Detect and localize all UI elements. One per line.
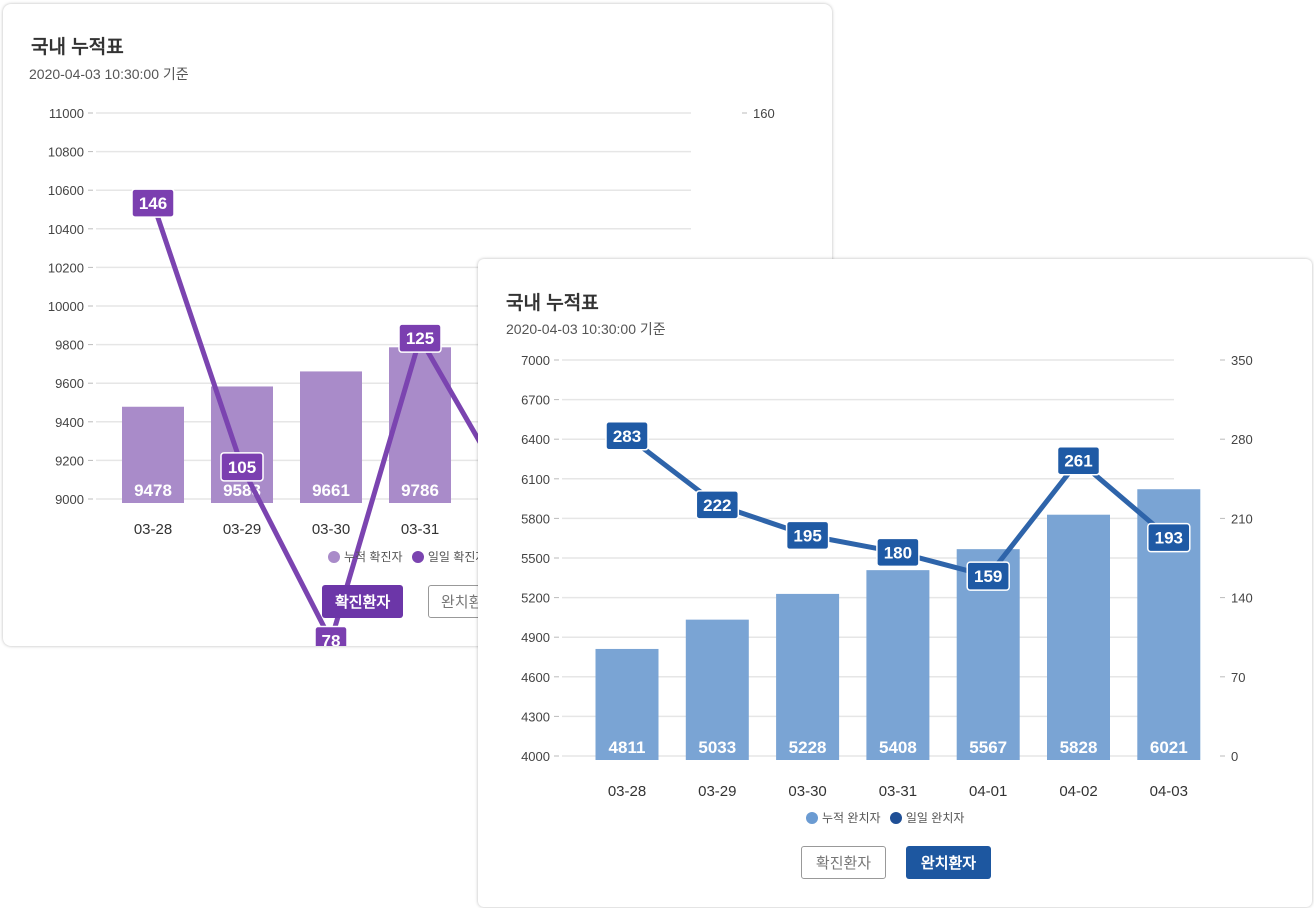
- y-tick-label-left: 6400: [521, 432, 550, 447]
- line-value-label: 78: [322, 632, 341, 646]
- bar-value-label: 5033: [698, 738, 736, 757]
- line-value-label: 146: [139, 194, 167, 213]
- bar-value-label: 6021: [1150, 738, 1188, 757]
- y-tick-label-left: 5800: [521, 511, 550, 526]
- x-tick-label: 04-03: [1150, 783, 1188, 800]
- x-tick-label: 03-28: [608, 783, 646, 800]
- y-tick-label-left: 11000: [49, 106, 84, 121]
- bar-value-label: 5228: [789, 738, 827, 757]
- line-value-label: 193: [1155, 529, 1183, 548]
- bar-value-label: 4811: [609, 738, 646, 757]
- line-value-label: 125: [406, 329, 434, 348]
- bar-value-label: 9478: [134, 481, 172, 500]
- bar-value-label: 5567: [969, 738, 1007, 757]
- y-tick-label-left: 10200: [48, 260, 84, 275]
- x-tick-label: 04-01: [969, 783, 1007, 800]
- y-tick-label-left: 10800: [48, 145, 84, 160]
- line-value-label: 222: [703, 496, 731, 515]
- recovered-tab-button[interactable]: 완치환자: [906, 846, 991, 879]
- y-tick-label-left: 4900: [521, 630, 550, 645]
- bar-value-label: 5408: [879, 738, 917, 757]
- line-value-label: 283: [613, 427, 641, 446]
- bar: [1047, 514, 1110, 760]
- y-tick-label-left: 5200: [521, 591, 550, 606]
- y-tick-label-right: 140: [1231, 591, 1253, 606]
- bar-value-label: 5828: [1060, 738, 1098, 757]
- y-tick-label-right: 0: [1231, 749, 1238, 764]
- y-tick-label-right: 350: [1231, 353, 1253, 368]
- confirmed-tab-button[interactable]: 확진환자: [322, 585, 404, 618]
- y-tick-label-left: 7000: [521, 353, 550, 368]
- legend-dot-icon: [806, 811, 818, 824]
- legend-dot-icon: [889, 811, 902, 824]
- y-tick-label-right: 160: [753, 106, 775, 121]
- y-tick-label-left: 6700: [521, 393, 550, 408]
- legend-dot-icon: [328, 550, 340, 563]
- legend-label: 일일 완치자: [905, 811, 965, 825]
- chart-legend: 누적 확진자 일일 확진자: [328, 548, 492, 566]
- bar-value-label: 9786: [401, 481, 439, 500]
- line-value-label: 180: [884, 543, 912, 562]
- legend-dot-icon: [411, 550, 424, 563]
- recovered-chart-card: 국내 누적표 2020-04-03 10:30:00 기준 4000 4300 46…: [478, 259, 1312, 907]
- confirmed-tab-button[interactable]: 확진환자: [801, 846, 886, 879]
- x-tick-label: 03-29: [698, 783, 736, 800]
- chart-legend: 누적 완치자 일일 완치자: [806, 809, 970, 827]
- y-tick-label-left: 4000: [521, 749, 550, 764]
- y-tick-label-left: 10600: [48, 183, 84, 198]
- x-tick-label: 03-31: [401, 521, 439, 538]
- x-tick-label: 03-30: [312, 521, 350, 538]
- bar: [866, 570, 930, 760]
- bar: [389, 347, 451, 503]
- y-tick-label-left: 6100: [521, 472, 550, 487]
- y-tick-label-left: 10000: [48, 299, 84, 314]
- line-value-label: 159: [974, 567, 1002, 586]
- x-tick-label: 03-31: [879, 783, 917, 800]
- y-tick-label-left: 9200: [55, 453, 84, 468]
- y-tick-label-left: 9400: [55, 415, 84, 430]
- line-value-label: 195: [793, 526, 821, 545]
- y-tick-label-left: 9600: [55, 376, 84, 391]
- x-tick-label: 03-29: [223, 521, 261, 538]
- x-tick-label: 03-30: [788, 783, 826, 800]
- line-value-label: 105: [228, 458, 256, 477]
- y-tick-label-right: 210: [1231, 511, 1253, 526]
- legend-item-cumulative[interactable]: 누적 확진자: [328, 548, 403, 565]
- legend-label: 누적 완치자: [822, 811, 881, 825]
- y-tick-label-left: 4300: [521, 709, 550, 724]
- y-tick-label-left: 10400: [48, 222, 84, 237]
- bar-value-label: 9661: [312, 481, 350, 500]
- x-tick-label: 03-28: [134, 521, 172, 538]
- y-tick-label-right: 70: [1231, 670, 1245, 685]
- x-tick-label: 04-02: [1059, 783, 1097, 800]
- line-value-label: 261: [1064, 452, 1092, 471]
- y-tick-label-left: 9800: [55, 338, 84, 353]
- y-tick-label-right: 280: [1231, 432, 1253, 447]
- y-tick-label-left: 9000: [55, 492, 84, 507]
- y-tick-label-left: 5500: [521, 551, 550, 566]
- legend-item-daily[interactable]: 일일 완치자: [889, 809, 965, 826]
- y-tick-label-left: 4600: [521, 670, 550, 685]
- legend-label: 누적 확진자: [344, 550, 403, 564]
- legend-item-cumulative[interactable]: 누적 완치자: [806, 809, 881, 826]
- legend-item-daily[interactable]: 일일 확진자: [411, 548, 486, 565]
- bar: [776, 593, 840, 760]
